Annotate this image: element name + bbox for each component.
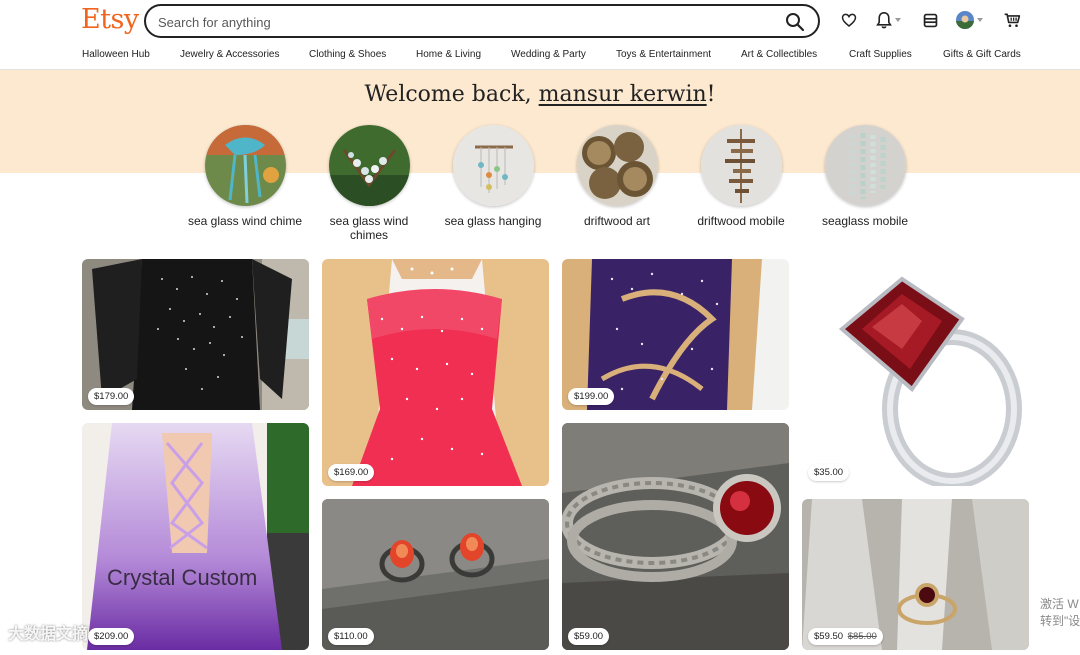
- listing-card[interactable]: $110.00: [322, 499, 549, 650]
- search-button[interactable]: [784, 11, 806, 33]
- listing-image: [802, 259, 1029, 486]
- listing-card[interactable]: $169.00: [322, 259, 549, 486]
- watermark-line: 激活 W: [1040, 597, 1079, 611]
- nav-item-craft-supplies[interactable]: Craft Supplies: [849, 49, 912, 60]
- listing-image: [562, 423, 789, 650]
- search-bar[interactable]: [144, 4, 820, 38]
- image-overlay-text: Crystal Custom: [107, 565, 258, 590]
- recent-search-item[interactable]: driftwood art: [557, 125, 677, 228]
- recent-search-item[interactable]: seaglass mobile: [805, 125, 925, 228]
- cart-icon: [1004, 13, 1021, 28]
- price-badge: $110.00: [328, 628, 374, 645]
- watermark-line: 转到"设: [1040, 614, 1080, 628]
- listing-card[interactable]: $59.00: [562, 423, 789, 650]
- recent-search-image: [700, 125, 782, 206]
- sale-price: $59.50: [814, 631, 844, 642]
- welcome-suffix: !: [706, 82, 716, 107]
- recent-search-item[interactable]: driftwood mobile: [681, 125, 801, 228]
- price-badge: $59.50 $85.00: [808, 628, 883, 645]
- listing-image: [82, 423, 309, 650]
- recent-search-item[interactable]: sea glass hanging: [433, 125, 553, 228]
- listing-card[interactable]: $199.00: [562, 259, 789, 410]
- recent-search-label: driftwood art: [583, 214, 651, 228]
- listing-image: [322, 259, 549, 486]
- nav-item-art[interactable]: Art & Collectibles: [741, 49, 817, 60]
- shop-icon: [923, 13, 938, 27]
- nav-item-halloween-hub[interactable]: Halloween Hub: [82, 49, 150, 60]
- nav-item-toys[interactable]: Toys & Entertainment: [616, 49, 711, 60]
- recent-search-image: [204, 125, 286, 206]
- avatar: [956, 11, 974, 29]
- header: Etsy Search for anything Halloween Hub J…: [0, 0, 1080, 70]
- welcome-heading: Welcome back, mansur kerwin!: [0, 82, 1080, 107]
- search-input[interactable]: [158, 12, 758, 32]
- chevron-down-icon: [977, 18, 983, 22]
- original-price: $85.00: [847, 631, 877, 642]
- shop-manager-button[interactable]: [922, 8, 939, 32]
- recent-search-image: [452, 125, 534, 206]
- recent-search-image: [824, 125, 906, 206]
- listing-card[interactable]: $59.50 $85.00: [802, 499, 1029, 650]
- heart-icon: [841, 13, 857, 27]
- listing-card[interactable]: $35.00: [802, 259, 1029, 486]
- favorites-button[interactable]: [840, 8, 858, 32]
- price-badge: $199.00: [568, 388, 615, 405]
- price-badge: $35.00: [808, 464, 850, 481]
- recent-search-item[interactable]: sea glass wind chimes: [309, 125, 429, 242]
- price-badge: $179.00: [88, 388, 135, 405]
- recent-search-label: seaglass mobile: [821, 214, 909, 228]
- recent-search-label: sea glass wind chime: [187, 214, 303, 228]
- welcome-prefix: Welcome back,: [364, 82, 539, 107]
- account-button[interactable]: [956, 8, 983, 32]
- username-link[interactable]: mansur kerwin: [539, 82, 707, 107]
- bell-icon: [876, 11, 892, 29]
- chevron-down-icon: [895, 18, 901, 22]
- nav-item-gifts[interactable]: Gifts & Gift Cards: [943, 49, 1021, 60]
- nav-item-clothing[interactable]: Clothing & Shoes: [309, 49, 386, 60]
- listing-card[interactable]: Crystal Custom $209.00: [82, 423, 309, 650]
- notifications-button[interactable]: [876, 8, 901, 32]
- nav-item-home-living[interactable]: Home & Living: [416, 49, 481, 60]
- recent-search-image: [328, 125, 410, 206]
- listing-card[interactable]: $179.00: [82, 259, 309, 410]
- activation-watermark: 激活 W 转到"设: [1040, 596, 1080, 630]
- etsy-logo[interactable]: Etsy: [81, 4, 139, 35]
- recent-search-label: sea glass hanging: [444, 214, 542, 228]
- category-nav: Halloween Hub Jewelry & Accessories Clot…: [0, 47, 1080, 65]
- search-icon: [786, 13, 805, 32]
- recent-search-label: driftwood mobile: [697, 214, 785, 228]
- cart-button[interactable]: [1003, 8, 1021, 32]
- recent-search-item[interactable]: sea glass wind chime: [185, 125, 305, 228]
- nav-item-wedding[interactable]: Wedding & Party: [511, 49, 586, 60]
- price-badge: $59.00: [568, 628, 610, 645]
- nav-item-jewelry[interactable]: Jewelry & Accessories: [180, 49, 279, 60]
- price-badge: $209.00: [88, 628, 135, 645]
- recent-search-image: [576, 125, 658, 206]
- watermark: 大数据文摘: [8, 626, 89, 643]
- recent-search-label: sea glass wind chimes: [329, 214, 409, 242]
- price-badge: $169.00: [328, 464, 375, 481]
